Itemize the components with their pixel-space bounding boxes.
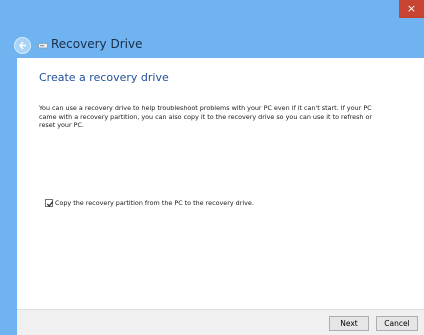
close-button[interactable]: × [399,0,424,18]
content-pane: Create a recovery drive You can use a re… [17,58,424,309]
back-arrow-icon [19,41,26,50]
title-bar: Recovery Drive [0,24,424,58]
footer-bar: Next Cancel [17,309,424,335]
drive-icon [38,43,48,49]
copy-partition-label[interactable]: Copy the recovery partition from the PC … [55,199,254,207]
cancel-button[interactable]: Cancel [376,316,418,331]
recovery-drive-window: × Recovery Drive Create a recovery drive… [0,0,424,335]
page-heading: Create a recovery drive [39,71,169,84]
back-button[interactable] [14,37,31,54]
checkmark-icon [46,201,54,207]
description-text: You can use a recovery drive to help tro… [39,104,373,130]
copy-partition-checkbox[interactable] [45,199,54,207]
next-button[interactable]: Next [329,316,369,331]
window-title: Recovery Drive [51,37,143,51]
close-icon: × [406,2,417,15]
